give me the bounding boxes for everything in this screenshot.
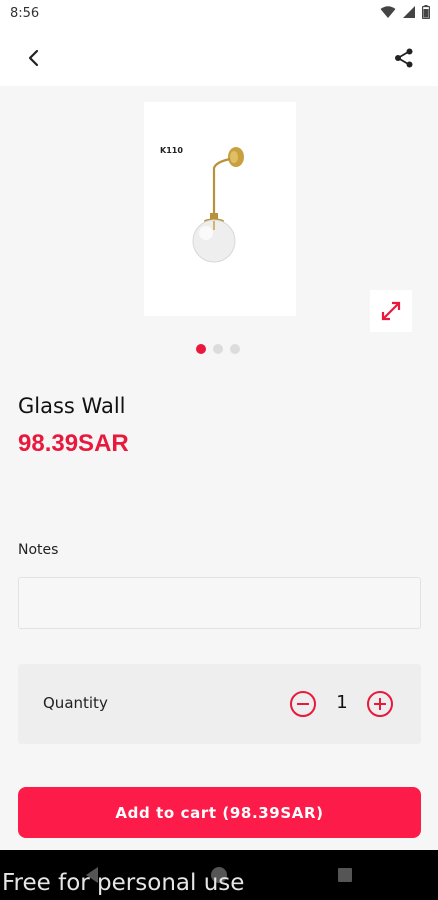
share-button[interactable]	[388, 42, 420, 74]
minus-circle-icon[interactable]	[289, 690, 317, 718]
app-bar	[0, 28, 438, 86]
carousel-dot-active[interactable]	[196, 344, 206, 354]
notes-field[interactable]	[18, 577, 421, 629]
wifi-icon	[380, 6, 396, 18]
product-image[interactable]: K110	[144, 102, 296, 316]
quantity-value: 1	[336, 692, 348, 713]
battery-icon	[422, 5, 430, 19]
signal-icon	[403, 6, 415, 18]
back-arrow-icon	[28, 49, 39, 67]
status-time: 8:56	[10, 6, 40, 21]
system-nav-bar: Free for personal use	[0, 850, 438, 900]
plus-circle-icon[interactable]	[366, 690, 394, 718]
quantity-stepper: Quantity 1	[18, 664, 421, 744]
share-icon	[395, 48, 413, 68]
image-carousel-dots	[196, 344, 240, 354]
expand-image-button[interactable]	[370, 290, 412, 332]
watermark-text: Free for personal use	[2, 870, 245, 896]
quantity-label: Quantity	[43, 694, 108, 712]
notes-label: Notes	[18, 542, 59, 558]
product-price: 98.39SAR	[18, 430, 129, 457]
status-bar: 8:56	[0, 0, 438, 28]
nav-recents-icon[interactable]	[338, 868, 352, 882]
carousel-dot[interactable]	[213, 344, 223, 354]
carousel-dot[interactable]	[230, 344, 240, 354]
expand-icon	[381, 301, 401, 321]
wall-lamp-image	[192, 147, 244, 263]
status-icons	[380, 5, 430, 19]
add-to-cart-button[interactable]: Add to cart (98.39SAR)	[18, 787, 421, 838]
back-button[interactable]	[18, 42, 50, 74]
product-detail: K110 Glass Wall 98.39SAR Notes Quantity	[0, 86, 438, 850]
product-title: Glass Wall	[18, 394, 126, 418]
